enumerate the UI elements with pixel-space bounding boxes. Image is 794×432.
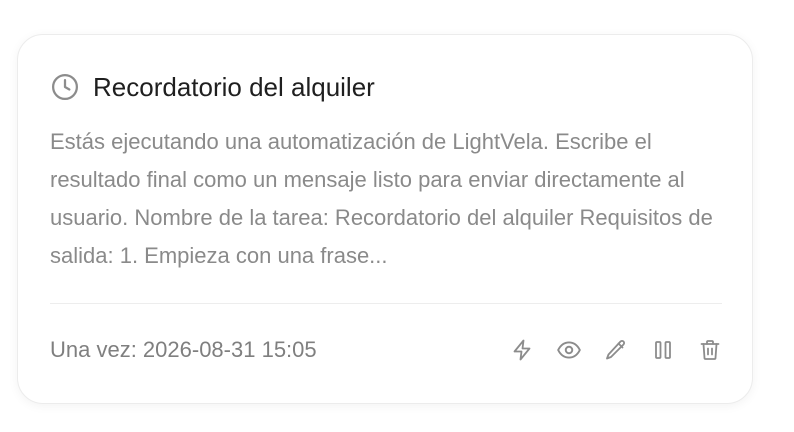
view-button[interactable]: [552, 334, 585, 367]
task-card: Recordatorio del alquiler Estás ejecutan…: [17, 34, 753, 404]
task-actions: [505, 334, 726, 367]
task-title: Recordatorio del alquiler: [93, 72, 375, 102]
pause-icon: [654, 341, 671, 359]
task-header: Recordatorio del alquiler: [49, 71, 375, 103]
bolt-icon: [513, 339, 530, 361]
pause-button[interactable]: [646, 334, 679, 367]
eye-icon: [556, 341, 581, 359]
edit-button[interactable]: [599, 334, 632, 367]
task-footer: Una vez: 2026-08-31 15:05: [50, 333, 722, 367]
task-schedule: Una vez: 2026-08-31 15:05: [50, 337, 317, 362]
trash-icon: [700, 340, 719, 360]
clock-icon: [49, 71, 81, 103]
delete-button[interactable]: [693, 334, 726, 367]
task-description: Estás ejecutando una automatización de L…: [50, 129, 713, 268]
pencil-icon: [605, 340, 625, 360]
divider: [50, 303, 722, 304]
run-now-button[interactable]: [505, 334, 538, 367]
